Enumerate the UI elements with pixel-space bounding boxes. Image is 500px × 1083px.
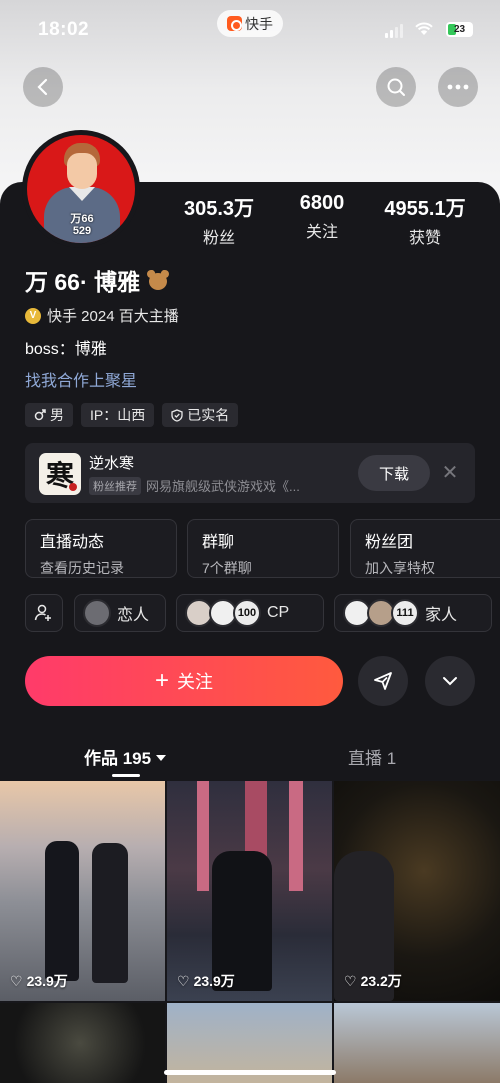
bio-text: boss：博雅 bbox=[25, 341, 107, 358]
relation-family[interactable]: 111 家人 bbox=[334, 594, 492, 632]
more-dots-icon bbox=[447, 84, 469, 90]
send-icon bbox=[374, 672, 392, 690]
close-icon[interactable]: ✕ bbox=[439, 462, 461, 484]
shield-check-icon bbox=[171, 408, 183, 422]
relation-lover[interactable]: 恋人 bbox=[74, 594, 166, 632]
teddy-bear-icon bbox=[146, 268, 172, 292]
like-count: 23.2万 bbox=[360, 973, 402, 989]
tab-works-label: 作品 195 bbox=[84, 749, 152, 768]
lover-label: 恋人 bbox=[117, 607, 150, 624]
lover-avatar bbox=[83, 599, 111, 627]
like-count: 23.9万 bbox=[193, 973, 235, 989]
game-description: 网易旗舰级武侠游戏戏《... bbox=[146, 479, 300, 494]
profile-name: 万 66· 博雅 bbox=[25, 263, 172, 297]
home-indicator bbox=[164, 1070, 336, 1075]
business-link[interactable]: 找我合作上聚星 bbox=[25, 367, 137, 391]
battery-icon: 23 bbox=[446, 22, 473, 37]
verified-badge-icon: V bbox=[25, 307, 41, 324]
game-promo-card[interactable]: 寒 逆水寒 粉丝推荐 网易旗舰级武侠游戏戏《... 下载 ✕ bbox=[25, 443, 475, 503]
avatar-number: 529 bbox=[72, 225, 92, 237]
stat-following-label: 关注 bbox=[305, 224, 338, 241]
kuaishou-logo-icon bbox=[227, 16, 242, 31]
live-history-card[interactable]: 直播动态 查看历史记录 bbox=[25, 519, 177, 578]
add-user-icon bbox=[34, 604, 51, 621]
tab-live[interactable]: 直播 1 bbox=[348, 744, 396, 769]
follow-label: 关注 bbox=[177, 672, 213, 692]
heart-icon: ♡ bbox=[10, 972, 23, 989]
chevron-left-icon bbox=[37, 78, 48, 96]
video-thumbnail[interactable]: ♡ 23.2万 bbox=[334, 781, 500, 1001]
fan-club-card[interactable]: 粉丝团 加入享特权 bbox=[350, 519, 500, 578]
avatar[interactable]: 万66 529 bbox=[22, 130, 140, 248]
profile-name-text: 万 66· 博雅 bbox=[25, 269, 141, 295]
app-name: 快手 bbox=[245, 15, 273, 32]
status-time: 18:02 bbox=[38, 19, 90, 40]
game-app-icon: 寒 bbox=[39, 453, 81, 495]
relation-cp[interactable]: 100 CP bbox=[176, 594, 324, 632]
gender-chip: 男 bbox=[25, 403, 73, 427]
plus-icon: + bbox=[154, 667, 169, 694]
family-count-badge: 111 bbox=[391, 599, 419, 627]
video-thumbnail[interactable]: ♡ 23.9万 bbox=[167, 781, 332, 1001]
chevron-down-icon bbox=[443, 677, 457, 686]
wifi-icon bbox=[415, 22, 433, 35]
cp-count-badge: 100 bbox=[233, 599, 261, 627]
realname-label: 已实名 bbox=[187, 407, 230, 423]
male-icon bbox=[34, 409, 46, 421]
cellular-signal-icon bbox=[385, 24, 403, 38]
group-chat-card[interactable]: 群聊 7个群聊 bbox=[187, 519, 339, 578]
game-title: 逆水寒 bbox=[89, 455, 135, 472]
caret-down-icon bbox=[156, 755, 167, 761]
share-button[interactable] bbox=[358, 656, 408, 706]
battery-level: 23 bbox=[453, 24, 466, 35]
ip-chip: IP：山西 bbox=[81, 403, 155, 427]
more-button[interactable] bbox=[438, 67, 478, 107]
search-icon bbox=[387, 78, 405, 96]
card-subtitle: 加入享特权 bbox=[365, 560, 435, 576]
family-label: 家人 bbox=[425, 607, 458, 624]
download-button[interactable]: 下载 bbox=[358, 455, 430, 491]
search-button[interactable] bbox=[376, 67, 416, 107]
card-title: 直播动态 bbox=[40, 534, 105, 551]
stat-following[interactable]: 6800 关注 bbox=[282, 192, 362, 242]
video-thumbnail[interactable]: ♡ 23.9万 bbox=[0, 781, 165, 1001]
add-friend-button[interactable] bbox=[25, 594, 63, 632]
tab-works[interactable]: 作品 195 bbox=[84, 744, 167, 769]
verification-text: 快手 2024 百大主播 bbox=[47, 308, 179, 325]
video-thumbnail[interactable] bbox=[334, 1003, 500, 1083]
card-title: 粉丝团 bbox=[365, 534, 414, 551]
card-title: 群聊 bbox=[202, 534, 235, 551]
stat-fans-count: 305.3万 bbox=[183, 198, 255, 220]
card-subtitle: 7个群聊 bbox=[202, 560, 252, 576]
heart-icon: ♡ bbox=[177, 972, 190, 989]
heart-icon: ♡ bbox=[344, 972, 357, 989]
app-indicator-pill[interactable]: 快手 bbox=[217, 10, 283, 37]
promo-badge: 粉丝推荐 bbox=[89, 476, 141, 495]
profile-tags: 男 IP：山西 已实名 bbox=[25, 403, 239, 427]
stat-fans-label: 粉丝 bbox=[202, 230, 235, 247]
follow-button[interactable]: + 关注 bbox=[25, 656, 343, 706]
back-button[interactable] bbox=[23, 67, 63, 107]
tab-underline bbox=[112, 774, 140, 777]
stat-fans[interactable]: 305.3万 粉丝 bbox=[176, 192, 262, 248]
expand-button[interactable] bbox=[425, 656, 475, 706]
realname-chip: 已实名 bbox=[162, 403, 239, 427]
video-thumbnail[interactable] bbox=[0, 1003, 165, 1083]
avatar-label: 万66 bbox=[70, 213, 94, 225]
stat-following-count: 6800 bbox=[299, 192, 345, 214]
stat-likes-label: 获赞 bbox=[408, 230, 441, 247]
cp-label: CP bbox=[267, 604, 290, 621]
gender-label: 男 bbox=[50, 407, 64, 423]
stat-likes[interactable]: 4955.1万 获赞 bbox=[376, 192, 474, 248]
verification[interactable]: V 快手 2024 百大主播 bbox=[25, 305, 179, 326]
ip-label: IP：山西 bbox=[90, 407, 146, 423]
stat-likes-count: 4955.1万 bbox=[384, 198, 466, 220]
card-subtitle: 查看历史记录 bbox=[40, 560, 124, 576]
like-count: 23.9万 bbox=[26, 973, 68, 989]
